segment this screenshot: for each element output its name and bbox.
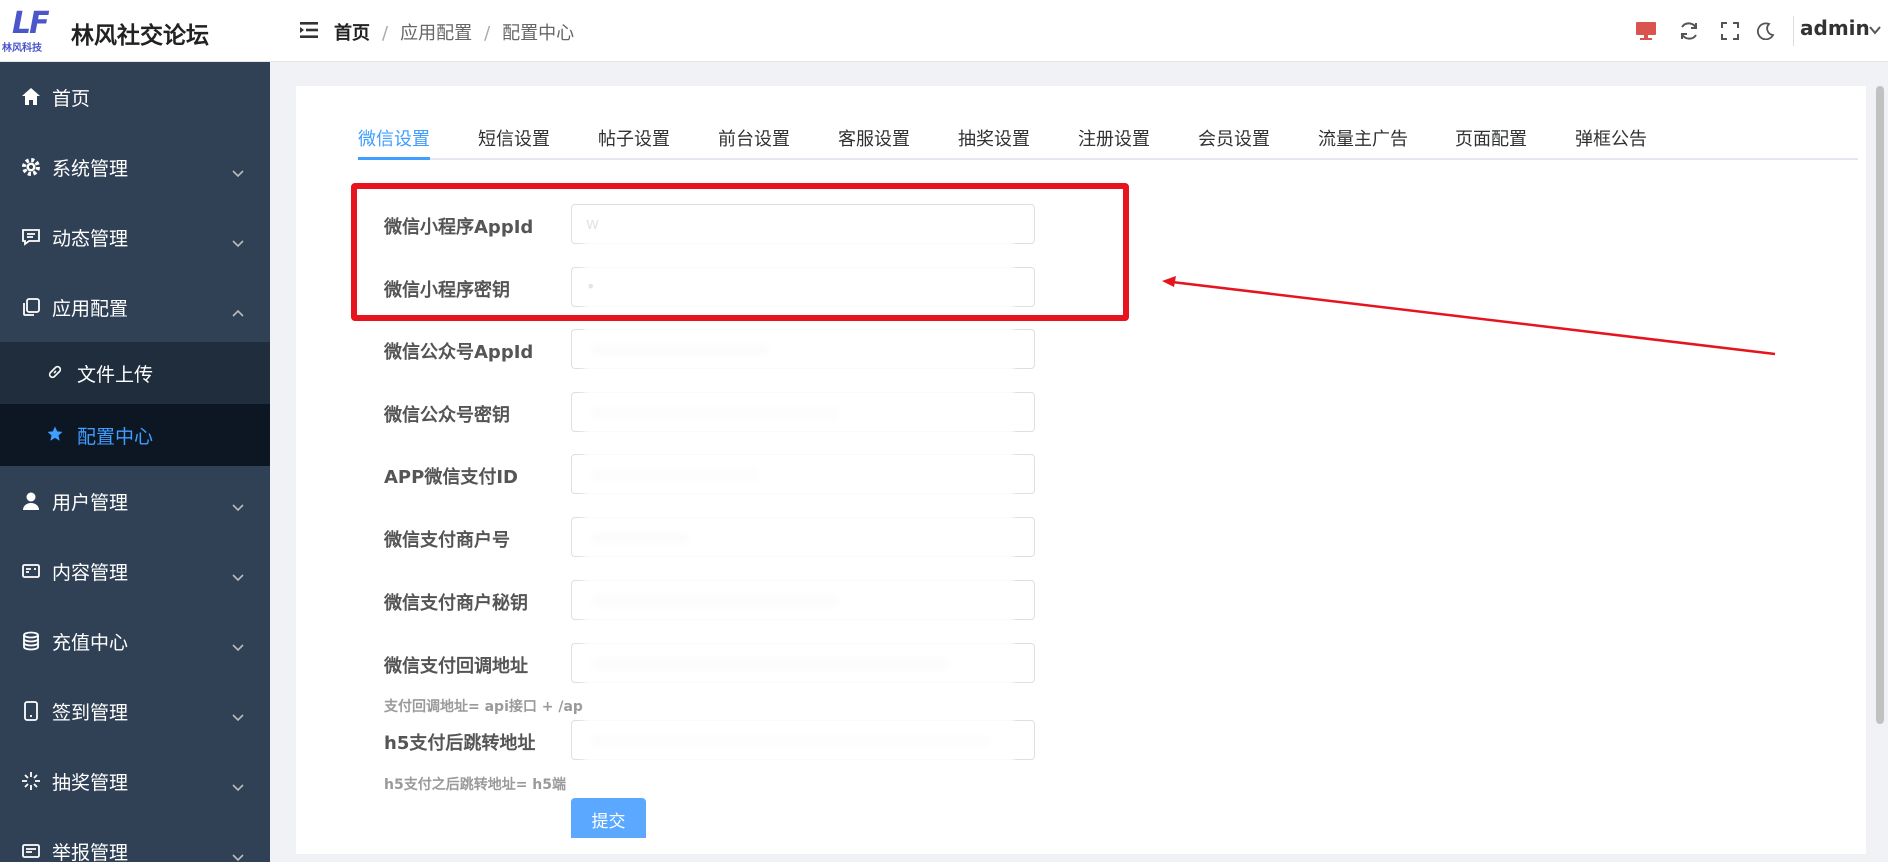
sidebar-subitem-label: 配置中心 <box>77 426 154 448</box>
page-scrollbar[interactable] <box>1876 86 1884 724</box>
sidebar-item-app-config[interactable]: 应用配置 <box>0 272 270 342</box>
logo-lf-text: LF <box>12 6 50 41</box>
sidebar-item-label: 用户管理 <box>52 492 129 514</box>
logo[interactable]: LF 林风科技 林风社交论坛 <box>0 0 270 62</box>
annotation-highlight-box <box>351 183 1129 321</box>
sidebar-subitem-file-upload[interactable]: 文件上传 <box>0 342 270 404</box>
chevron-down-icon <box>232 232 244 248</box>
report-icon <box>20 840 42 862</box>
tab-page-config[interactable]: 页面配置 <box>1455 125 1527 151</box>
breadcrumb-separator: / <box>382 23 389 44</box>
tab-popup-notice[interactable]: 弹框公告 <box>1575 125 1647 151</box>
sidebar-item-label: 动态管理 <box>52 228 129 250</box>
app-root: LF 林风科技 林风社交论坛 首页 / 应用配置 / 配置中心 admin 首页… <box>0 0 1888 862</box>
tab-frontend[interactable]: 前台设置 <box>718 125 790 151</box>
tab-sms[interactable]: 短信设置 <box>478 125 550 151</box>
chevron-down-icon <box>232 776 244 792</box>
tab-customer-service[interactable]: 客服设置 <box>838 125 910 151</box>
sidebar-subitem-config-center[interactable]: 配置中心 <box>0 404 270 466</box>
active-tab-indicator <box>358 157 430 160</box>
breadcrumb: 首页 / 应用配置 / 配置中心 <box>334 19 574 45</box>
sidebar-item-lottery[interactable]: 抽奖管理 <box>0 746 270 816</box>
card-icon <box>20 560 42 582</box>
official-secret-label: 微信公众号密钥 <box>384 405 510 426</box>
sidebar-item-checkin[interactable]: 签到管理 <box>0 676 270 746</box>
official-appid-label: 微信公众号AppId <box>384 342 534 363</box>
annotation-arrow <box>1162 276 1776 356</box>
sidebar-item-label: 充值中心 <box>52 632 129 654</box>
message-icon <box>20 226 42 248</box>
sidebar-item-dynamic[interactable]: 动态管理 <box>0 202 270 272</box>
chevron-down-icon[interactable] <box>1868 22 1882 42</box>
tab-post[interactable]: 帖子设置 <box>598 125 670 151</box>
merchant-secret-label: 微信支付商户秘钥 <box>384 593 528 614</box>
sidebar-item-label: 首页 <box>52 88 91 110</box>
app-pay-id-label: APP微信支付ID <box>384 467 518 488</box>
merchant-id-label: 微信支付商户号 <box>384 530 510 551</box>
moon-icon[interactable] <box>1753 18 1779 44</box>
logo-mark: LF 林风科技 <box>2 6 60 54</box>
site-title: 林风社交论坛 <box>71 23 209 49</box>
submit-button[interactable]: 提交 <box>571 798 646 838</box>
tab-member[interactable]: 会员设置 <box>1198 125 1270 151</box>
chevron-down-icon <box>232 706 244 722</box>
coins-icon <box>20 630 42 652</box>
breadcrumb-app-config: 应用配置 <box>400 23 473 44</box>
sidebar-item-system[interactable]: 系统管理 <box>0 132 270 202</box>
tab-traffic-ads[interactable]: 流量主广告 <box>1318 125 1408 151</box>
sidebar-item-recharge[interactable]: 充值中心 <box>0 606 270 676</box>
chevron-down-icon <box>232 636 244 652</box>
star-icon <box>46 425 64 443</box>
sidebar-item-label: 抽奖管理 <box>52 772 129 794</box>
breadcrumb-config-center: 配置中心 <box>502 23 575 44</box>
pay-callback-label: 微信支付回调地址 <box>384 656 528 677</box>
monitor-icon[interactable] <box>1633 18 1659 44</box>
chevron-down-icon <box>232 846 244 862</box>
fullscreen-icon[interactable] <box>1717 18 1743 44</box>
top-header: LF 林风科技 林风社交论坛 首页 / 应用配置 / 配置中心 admin <box>0 0 1888 62</box>
tab-register[interactable]: 注册设置 <box>1078 125 1150 151</box>
home-icon <box>20 86 42 108</box>
copy-icon <box>20 296 42 318</box>
header-divider <box>1793 16 1794 46</box>
pay-callback-hint: 支付回调地址= api接口 + /ap <box>384 699 583 715</box>
chevron-up-icon <box>232 302 244 317</box>
tablet-icon <box>20 700 42 722</box>
menu-fold-icon[interactable] <box>298 19 320 41</box>
logo-sub-text: 林风科技 <box>2 43 42 54</box>
sidebar-subitem-label: 文件上传 <box>77 364 154 386</box>
chevron-down-icon <box>232 496 244 512</box>
gear-icon <box>20 156 42 178</box>
sidebar-item-home[interactable]: 首页 <box>0 62 270 132</box>
sidebar-item-label: 内容管理 <box>52 562 129 584</box>
sidebar-item-content[interactable]: 内容管理 <box>0 536 270 606</box>
settings-tabs: 微信设置 短信设置 帖子设置 前台设置 客服设置 抽奖设置 注册设置 会员设置 … <box>358 122 1858 160</box>
user-icon <box>20 490 42 512</box>
chevron-down-icon <box>232 162 244 178</box>
tab-lottery[interactable]: 抽奖设置 <box>958 125 1030 151</box>
tab-wechat[interactable]: 微信设置 <box>358 125 430 151</box>
link-icon <box>46 363 64 381</box>
sidebar-item-label: 签到管理 <box>52 702 129 724</box>
sidebar-item-label: 应用配置 <box>52 298 129 320</box>
refresh-icon[interactable] <box>1676 18 1702 44</box>
sidebar: 首页 系统管理 动态管理 应用配置 文件上传 配置中心 用户管理 内容管理 充值… <box>0 62 270 862</box>
sidebar-item-report[interactable]: 举报管理 <box>0 816 270 862</box>
h5-redirect-hint: h5支付之后跳转地址= h5端 <box>384 777 567 793</box>
sparkle-icon <box>20 770 42 792</box>
user-name[interactable]: admin <box>1800 16 1870 40</box>
breadcrumb-home[interactable]: 首页 <box>334 23 370 44</box>
sidebar-item-label: 举报管理 <box>52 842 129 862</box>
breadcrumb-separator: / <box>484 23 491 44</box>
sidebar-item-label: 系统管理 <box>52 158 129 180</box>
chevron-down-icon <box>232 566 244 582</box>
sidebar-item-users[interactable]: 用户管理 <box>0 466 270 536</box>
h5-redirect-label: h5支付后跳转地址 <box>384 733 536 754</box>
